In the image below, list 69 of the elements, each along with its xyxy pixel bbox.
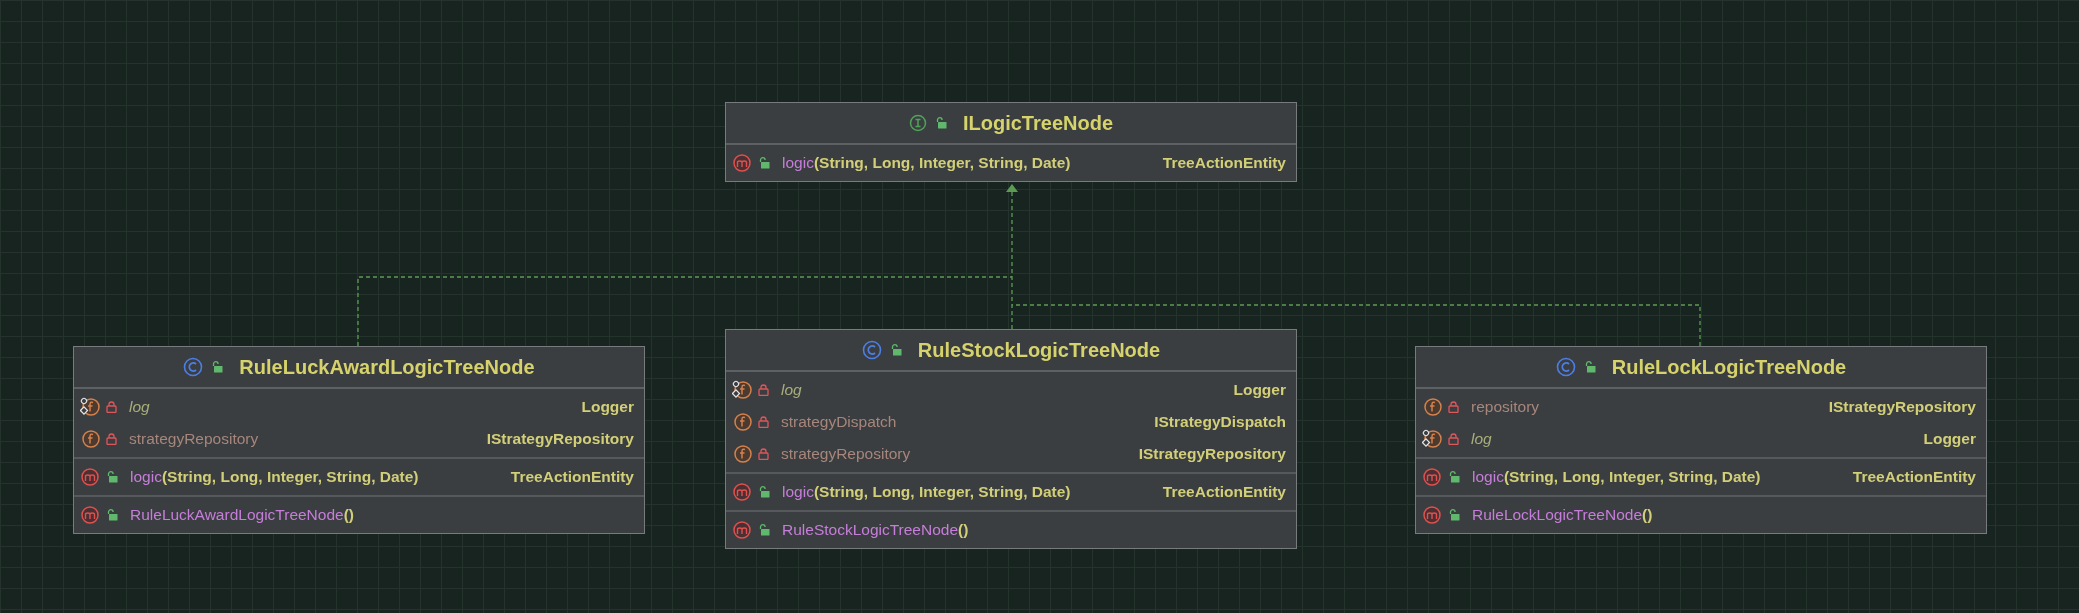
method-signature: RuleStockLogicTreeNode() — [782, 521, 970, 539]
method-signature: logic(String, Long, Integer, String, Date) — [782, 154, 1072, 172]
lock-icon — [1448, 433, 1459, 445]
class-icon — [861, 340, 882, 360]
type-name: IStrategyRepository — [1828, 398, 1976, 416]
lock-icon — [758, 448, 769, 460]
class-name: RuleStockLogicTreeNode — [917, 338, 1161, 362]
static-field-icon — [80, 397, 100, 417]
class-node[interactable]: RuleLockLogicTreeNode repository IStrategyRepository log Logger logic(String, Long, Integer, String, Date) TreeActionEntity RuleLockLogicTreeNode() — [1415, 346, 1987, 534]
class-icon — [183, 357, 204, 377]
interface-icon — [909, 114, 927, 132]
field-icon — [80, 429, 100, 449]
method-signature: RuleLuckAwardLogicTreeNode() — [130, 506, 355, 524]
lock-icon — [758, 416, 769, 428]
static-field-icon — [732, 380, 752, 400]
field-name: strategyDispatch — [781, 413, 898, 431]
method-icon — [80, 505, 100, 525]
type-name: Logger — [581, 398, 634, 416]
unlocked-icon — [1448, 471, 1460, 483]
type-name: TreeActionEntity — [1162, 154, 1286, 172]
lock-icon — [106, 433, 117, 445]
type-name: Logger — [1923, 430, 1976, 448]
method-signature: RuleLockLogicTreeNode() — [1472, 506, 1654, 524]
field-icon — [732, 444, 752, 464]
method-icon — [732, 482, 752, 502]
unlocked-icon — [935, 117, 947, 129]
field-name: log — [1471, 430, 1493, 448]
class-name: RuleLockLogicTreeNode — [1611, 355, 1847, 379]
method-icon — [1422, 505, 1442, 525]
class-node[interactable]: ILogicTreeNode logic(String, Long, Integer, String, Date) TreeActionEntity — [725, 102, 1297, 182]
field-name: log — [129, 398, 151, 416]
class-name: RuleLuckAwardLogicTreeNode — [239, 355, 535, 379]
lock-icon — [758, 384, 769, 396]
class-name: ILogicTreeNode — [963, 111, 1113, 135]
method-signature: logic(String, Long, Integer, String, Date) — [1472, 468, 1762, 486]
method-icon — [80, 467, 100, 487]
class-icon — [1555, 357, 1576, 377]
unlocked-icon — [889, 344, 902, 356]
unlocked-icon — [1448, 509, 1460, 521]
unlocked-icon — [758, 486, 770, 498]
field-icon — [1422, 397, 1442, 417]
type-name: TreeActionEntity — [1852, 468, 1976, 486]
method-signature: logic(String, Long, Integer, String, Date) — [130, 468, 420, 486]
lock-icon — [1448, 401, 1459, 413]
type-name: IStrategyRepository — [486, 430, 634, 448]
method-icon — [732, 520, 752, 540]
method-icon — [732, 153, 752, 173]
unlocked-icon — [106, 509, 118, 521]
class-node[interactable]: RuleStockLogicTreeNode log Logger strategyDispatch IStrategyDispatch strategyRepository IStrategyRepository logic(String, Long, Integer, String, Date) TreeActionEntity RuleStockLogicTreeNode() — [725, 329, 1297, 549]
field-icon — [732, 412, 752, 432]
lock-icon — [106, 401, 117, 413]
type-name: TreeActionEntity — [1162, 483, 1286, 501]
field-name: strategyRepository — [129, 430, 260, 448]
unlocked-icon — [758, 157, 770, 169]
class-node[interactable]: RuleLuckAwardLogicTreeNode log Logger strategyRepository IStrategyRepository logic(String, Long, Integer, String, Date) TreeActionEntity RuleLuckAwardLogicTreeNode() — [73, 346, 645, 534]
type-name: IStrategyDispatch — [1154, 413, 1286, 431]
method-icon — [1422, 467, 1442, 487]
unlocked-icon — [1583, 361, 1596, 373]
unlocked-icon — [211, 361, 224, 373]
type-name: Logger — [1233, 381, 1286, 399]
field-name: repository — [1471, 398, 1541, 416]
static-field-icon — [1422, 429, 1442, 449]
unlocked-icon — [106, 471, 118, 483]
unlocked-icon — [758, 524, 770, 536]
field-name: strategyRepository — [781, 445, 912, 463]
method-signature: logic(String, Long, Integer, String, Date) — [782, 483, 1072, 501]
field-name: log — [781, 381, 803, 399]
type-name: TreeActionEntity — [510, 468, 634, 486]
type-name: IStrategyRepository — [1138, 445, 1286, 463]
